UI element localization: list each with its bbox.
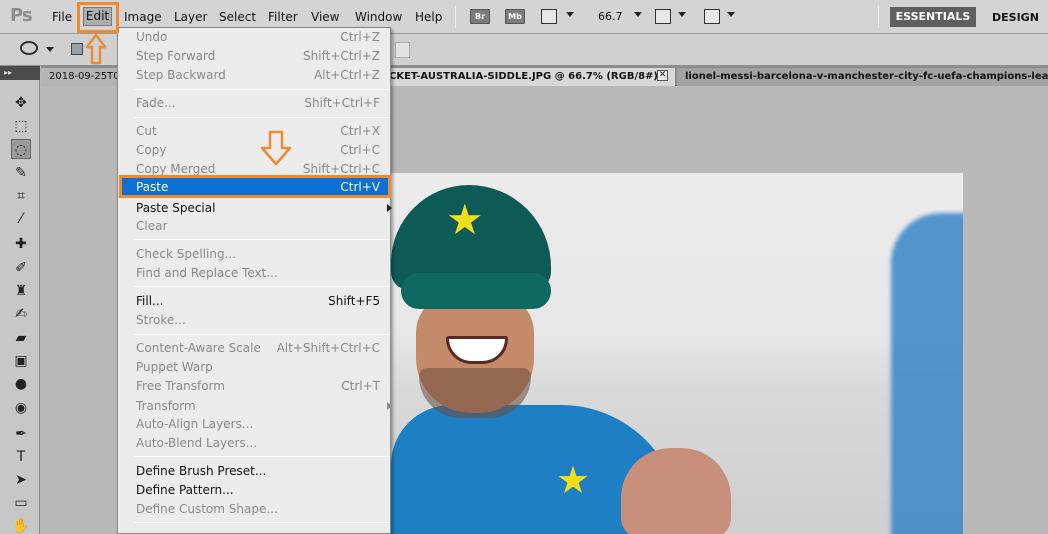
new-selection-icon[interactable] (71, 43, 83, 55)
photoshop-logo: Ps (10, 5, 33, 26)
chevron-down-icon[interactable] (46, 47, 54, 52)
shape-icon[interactable]: ▭ (11, 493, 31, 513)
menu-file[interactable]: File (52, 10, 72, 24)
path-select-icon[interactable]: ➤ (11, 470, 31, 490)
minibridge-button[interactable]: Mb (505, 9, 525, 24)
healing-icon[interactable]: ✚ (11, 234, 31, 254)
annotation-arrow-down-icon (260, 130, 292, 166)
workspace-essentials-button[interactable]: ESSENTIALS (890, 7, 976, 27)
menu-item-puppet-warp[interactable]: Puppet Warp (136, 358, 386, 376)
menu-help[interactable]: Help (415, 10, 442, 24)
gradient-icon[interactable]: ▣ (11, 351, 31, 371)
menu-image[interactable]: Image (124, 10, 162, 24)
options-field[interactable] (395, 42, 410, 58)
chevron-down-icon[interactable] (634, 12, 642, 17)
menu-item-define-pattern[interactable]: Define Pattern... (136, 481, 386, 499)
workspace-design-button[interactable]: DESIGN (992, 11, 1039, 24)
document-canvas[interactable]: ★ ★ (391, 173, 963, 534)
menu-item-clear[interactable]: Clear (136, 217, 386, 235)
annotation-box-paste (119, 175, 391, 198)
submenu-arrow-icon (387, 204, 392, 212)
hand-icon[interactable]: ✋ (11, 516, 31, 534)
menu-window[interactable]: Window (355, 10, 402, 24)
history-brush-icon[interactable]: ✍ (11, 304, 31, 324)
menu-item-auto-blend[interactable]: Auto-Blend Layers... (136, 434, 386, 452)
chevron-down-icon[interactable] (566, 12, 574, 17)
menu-layer[interactable]: Layer (174, 10, 207, 24)
photo-hand (621, 448, 731, 534)
menu-view[interactable]: View (311, 10, 339, 24)
menu-item-content-aware-scale[interactable]: Content-Aware Scale Alt+Shift+Ctrl+C (136, 339, 386, 357)
menu-item-define-brush[interactable]: Define Brush Preset... (136, 462, 386, 480)
screen-mode-icon[interactable] (704, 9, 720, 24)
tools-panel-header[interactable]: ▸▸ (0, 66, 40, 80)
menubar-separator (455, 6, 456, 28)
arrange-documents-icon[interactable] (655, 9, 671, 24)
quick-select-icon[interactable]: ✎ (11, 163, 31, 183)
eyedropper-icon[interactable]: ⁄ (11, 209, 31, 229)
lasso-preset-icon[interactable] (20, 41, 38, 55)
photo-background-figure (891, 213, 963, 534)
menu-item-auto-align[interactable]: Auto-Align Layers... (136, 415, 386, 433)
menu-select[interactable]: Select (219, 10, 256, 24)
bridge-button[interactable]: Br (470, 9, 490, 24)
menu-item-transform[interactable]: Transform (136, 397, 392, 415)
annotation-box-edit (77, 2, 119, 33)
menu-item-free-transform[interactable]: Free Transform Ctrl+T (136, 377, 386, 395)
menu-item-define-custom-shape[interactable]: Define Custom Shape... (136, 500, 386, 518)
pen-icon[interactable]: ✒ (11, 424, 31, 444)
menu-separator (134, 522, 390, 523)
marquee-icon[interactable]: ⬚ (11, 116, 31, 136)
menu-item-step-backward[interactable]: Step Backward Alt+Ctrl+Z (136, 66, 386, 84)
menu-separator (134, 117, 390, 118)
view-extras-icon[interactable] (541, 9, 557, 24)
close-icon[interactable]: ✕ (657, 70, 668, 81)
lasso-icon[interactable]: ◌ (11, 139, 31, 159)
menu-item-step-forward[interactable]: Step Forward Shift+Ctrl+Z (136, 47, 386, 65)
menu-item-check-spelling[interactable]: Check Spelling... (136, 245, 386, 263)
menu-item-fade[interactable]: Fade... Shift+Ctrl+F (136, 94, 386, 112)
type-icon[interactable]: T (11, 447, 31, 467)
chevron-down-icon[interactable] (727, 12, 735, 17)
photo-hat-brim (401, 273, 551, 309)
dodge-icon[interactable]: ◉ (11, 398, 31, 418)
submenu-arrow-icon (387, 402, 392, 410)
edit-menu-dropdown: Undo Ctrl+Z Step Forward Shift+Ctrl+Z Step… (117, 27, 392, 534)
menu-separator (134, 89, 390, 90)
eraser-icon[interactable]: ▰ (11, 328, 31, 348)
menu-item-stroke[interactable]: Stroke... (136, 311, 386, 329)
menu-item-paste-special[interactable]: Paste Special (136, 199, 392, 217)
menu-filter[interactable]: Filter (268, 10, 298, 24)
annotation-arrow-up-icon (85, 33, 107, 65)
menu-item-find-replace[interactable]: Find and Replace Text... (136, 264, 386, 282)
menu-item-undo[interactable]: Undo Ctrl+Z (136, 28, 386, 46)
menu-separator (134, 334, 390, 335)
menu-item-fill[interactable]: Fill... Shift+F5 (136, 292, 386, 310)
blur-icon[interactable]: ● (11, 374, 31, 394)
brush-icon[interactable]: ✐ (11, 258, 31, 278)
tab-document-active[interactable]: CKET-AUSTRALIA-SIDDLE.JPG @ 66.7% (RGB/8… (389, 68, 675, 86)
tab-document-3[interactable]: lionel-messi-barcelona-v-manchester-city… (677, 68, 1048, 86)
menu-separator (134, 239, 390, 240)
menubar-separator (878, 6, 879, 28)
zoom-level[interactable]: 66.7 (598, 10, 623, 23)
stamp-icon[interactable]: ♜ (11, 281, 31, 301)
star-icon: ★ (556, 458, 591, 502)
crop-icon[interactable]: ⌗ (11, 186, 31, 206)
menu-separator (134, 456, 390, 457)
chevron-down-icon[interactable] (678, 12, 686, 17)
star-icon: ★ (446, 195, 484, 244)
menu-separator (134, 286, 390, 287)
tools-panel: ▸▸ ✥ ⬚ ◌ ✎ ⌗ ⁄ ✚ ✐ ♜ ✍ ▰ ▣ ● ◉ ✒ T ➤ ▭ ✋ (0, 66, 40, 534)
move-icon[interactable]: ✥ (11, 93, 31, 113)
